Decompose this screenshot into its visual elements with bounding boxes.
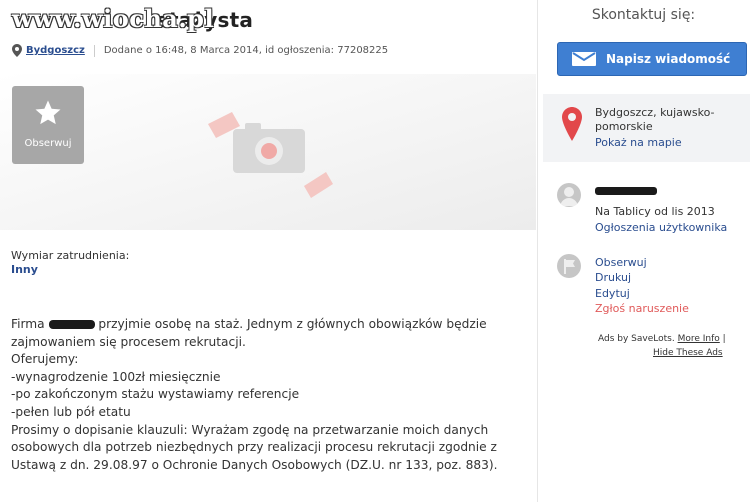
envelope-icon <box>572 52 596 66</box>
ads-by-label: Ads by SaveLots. <box>598 334 675 344</box>
location-line: Bydgoszcz, kujawsko- <box>595 106 715 119</box>
location-pin-icon <box>12 44 22 57</box>
user-since: Na Tablicy od lis 2013 <box>595 205 715 218</box>
description-line: Oferujemy: <box>11 352 79 367</box>
show-on-map-link[interactable]: Pokaż na mapie <box>595 136 682 149</box>
watermark: www.wiocha.pl <box>12 4 215 33</box>
observe-button[interactable]: Obserwuj <box>12 86 84 164</box>
employment-type-value: Inny <box>11 263 38 276</box>
send-message-label: Napisz wiadomość <box>606 52 731 66</box>
redacted-company <box>48 320 95 329</box>
location-text: Bydgoszcz, kujawsko- pomorskie <box>595 106 714 134</box>
user-icon <box>560 187 578 206</box>
report-link[interactable]: Zgłoś naruszenie <box>595 302 689 315</box>
employment-type-label: Wymiar zatrudnienia: <box>11 249 130 262</box>
star-icon <box>35 100 61 125</box>
contact-title: Skontaktuj się: <box>591 7 696 23</box>
listing-added-info: Dodane o 16:48, 8 Marca 2014, id ogłosze… <box>103 45 389 56</box>
send-message-button[interactable]: Napisz wiadomość <box>557 42 747 76</box>
listing-meta: Bydgoszcz Dodane o 16:48, 8 Marca 2014, … <box>12 44 388 57</box>
redacted-user-name <box>595 187 657 195</box>
user-ads-link[interactable]: Ogłoszenia użytkownika <box>595 221 727 234</box>
map-pin-icon <box>562 107 582 141</box>
description-line: zajmowaniem się procesem rekrutacji. <box>11 334 246 349</box>
location-line: pomorskie <box>595 120 653 133</box>
description-line: -po zakończonym stażu wystawiamy referen… <box>11 387 300 402</box>
city-link[interactable]: Bydgoszcz <box>26 45 85 56</box>
more-info-link[interactable]: More Info <box>678 334 720 344</box>
description-line: osobowych dla potrzeb niezbędnych przy r… <box>11 440 497 455</box>
flag-icon <box>557 254 581 278</box>
meta-divider <box>93 44 95 57</box>
print-link[interactable]: Drukuj <box>595 271 631 284</box>
ads-by-text: Ads by SaveLots. More Info | <box>598 334 726 344</box>
observe-link[interactable]: Obserwuj <box>595 256 647 269</box>
edit-link[interactable]: Edytuj <box>595 287 630 300</box>
description-line: Prosimy o dopisanie klauzuli: Wyrażam zg… <box>11 422 489 437</box>
user-avatar <box>557 183 581 207</box>
description-line: -pełen lub pół etatu <box>11 404 131 419</box>
description-line: -wynagrodzenie 100zł miesięcznie <box>11 369 221 384</box>
listing-description: Firma przyjmie osobę na staż. Jednym z g… <box>11 316 516 474</box>
observe-label: Obserwuj <box>24 138 72 149</box>
description-line: Ustawą z dn. 29.08.97 o Ochronie Danych … <box>11 457 498 472</box>
hide-ads-link[interactable]: Hide These Ads <box>653 348 723 358</box>
description-line: Firma przyjmie osobę na staż. Jednym z g… <box>11 317 487 331</box>
